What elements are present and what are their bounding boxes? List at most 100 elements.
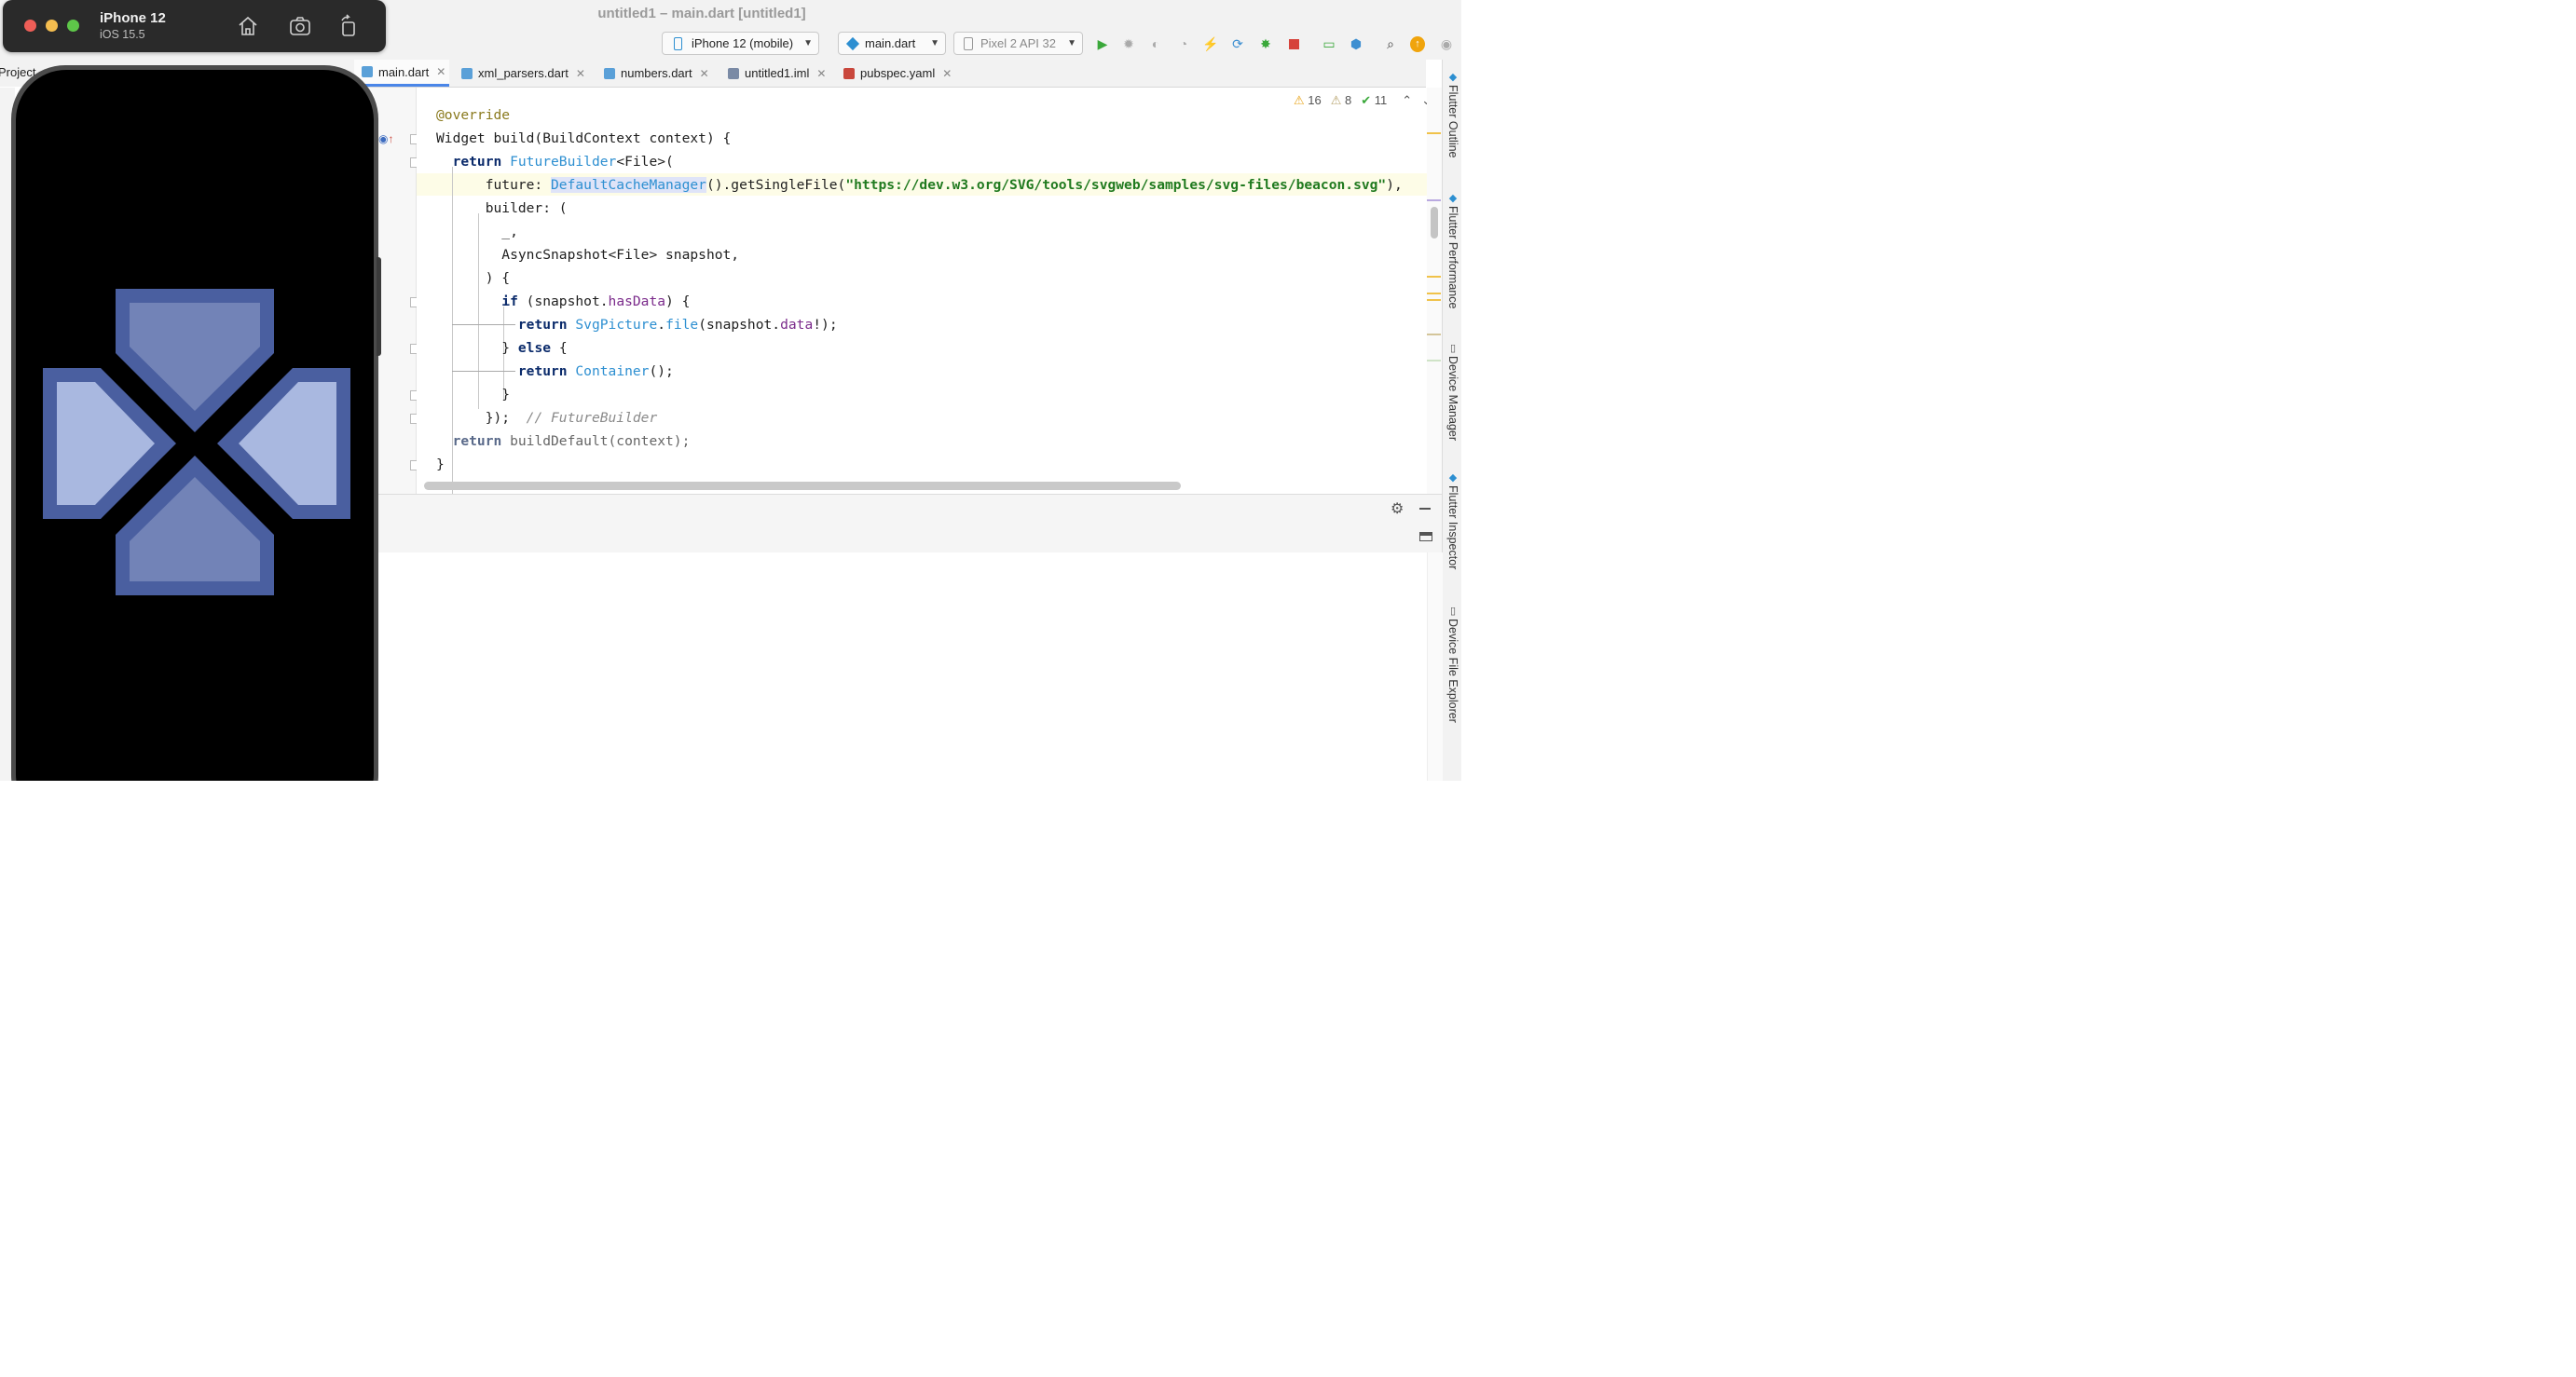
code-token: AsyncSnapshot<File> snapshot, xyxy=(501,247,740,263)
code-line: }); // FutureBuilder xyxy=(436,407,658,429)
horizontal-scrollbar[interactable] xyxy=(424,482,1181,490)
minimize-window-icon[interactable] xyxy=(46,20,58,32)
code-token: FutureBuilder xyxy=(510,154,617,170)
code-token: Widget build(BuildContext context) { xyxy=(436,130,732,146)
run-config-selector[interactable]: main.dart ▼ xyxy=(838,32,946,55)
simulator-screen[interactable] xyxy=(16,70,374,781)
close-icon[interactable]: ✕ xyxy=(576,67,585,80)
code-token: }); xyxy=(485,410,511,426)
code-token: // FutureBuilder xyxy=(526,410,658,426)
code-token: else xyxy=(517,340,552,356)
build-package-icon[interactable]: ⬢ xyxy=(1349,36,1363,51)
gear-icon[interactable]: ⚙ xyxy=(1391,499,1404,518)
device-selector[interactable]: iPhone 12 (mobile) ▼ xyxy=(662,32,819,55)
warning-marker[interactable] xyxy=(1427,299,1441,301)
close-icon[interactable]: ✕ xyxy=(700,67,709,80)
error-stripe[interactable] xyxy=(1427,88,1442,494)
layout-options-icon[interactable] xyxy=(1419,532,1432,541)
debug-icon[interactable]: ✹ xyxy=(1121,36,1136,51)
dart-file-icon xyxy=(604,67,615,79)
run-icon[interactable]: ▶ xyxy=(1095,36,1110,51)
phone-icon xyxy=(674,36,682,50)
code-token: { xyxy=(551,340,568,356)
chevron-down-icon: ▼ xyxy=(1067,38,1076,48)
device-mirror-icon[interactable]: ▭ xyxy=(1322,36,1336,51)
account-icon[interactable]: ◉ xyxy=(1439,36,1454,51)
stop-icon[interactable] xyxy=(1286,36,1301,51)
code-token: (snapshot. xyxy=(517,293,609,309)
beacon-arrow-top-fill xyxy=(130,303,260,411)
marker[interactable] xyxy=(1427,199,1441,201)
vertical-scroll-thumb[interactable] xyxy=(1431,207,1438,239)
code-line: _, xyxy=(436,221,518,243)
tab-label: numbers.dart xyxy=(621,66,692,80)
bottom-scroll-track[interactable] xyxy=(1427,552,1443,781)
beacon-svg-image xyxy=(43,289,350,595)
warning-marker[interactable] xyxy=(1427,293,1441,294)
dart-file-icon xyxy=(362,66,373,77)
code-token: @override xyxy=(436,107,511,123)
tool-device-file-explorer[interactable]: ▯ Device File Explorer xyxy=(1445,605,1461,723)
override-marker-icon[interactable]: ◉↑ xyxy=(378,132,393,145)
phone-side-button xyxy=(377,257,381,356)
tab-numbers-dart[interactable]: numbers.dart ✕ xyxy=(596,60,718,87)
code-token: _, xyxy=(501,224,518,239)
screenshot-camera-icon[interactable] xyxy=(288,14,312,38)
update-icon[interactable]: ↑ xyxy=(1410,35,1425,52)
tab-xml-parsers-dart[interactable]: xml_parsers.dart ✕ xyxy=(454,60,589,87)
tab-pubspec-yaml[interactable]: pubspec.yaml ✕ xyxy=(836,60,962,87)
inspection-warnings[interactable]: ⚠ 16 xyxy=(1294,93,1322,108)
code-line: Widget build(BuildContext context) { xyxy=(436,128,731,150)
tool-device-manager[interactable]: ▯ Device Manager xyxy=(1445,342,1461,441)
typo-marker[interactable] xyxy=(1427,360,1441,361)
profile-icon[interactable]: ◔ xyxy=(1176,36,1191,51)
code-line: if (snapshot.hasData) { xyxy=(436,291,690,313)
bottom-tool-window-header: ⚙ xyxy=(377,494,1442,523)
close-icon[interactable]: ✕ xyxy=(816,67,826,80)
warning-marker[interactable] xyxy=(1427,276,1441,278)
close-icon[interactable]: ✕ xyxy=(942,67,952,80)
tool-flutter-inspector[interactable]: ◆ Flutter Inspector xyxy=(1445,471,1461,569)
tab-label: xml_parsers.dart xyxy=(478,66,569,80)
code-line: @override xyxy=(436,104,510,127)
emulator-selector[interactable]: Pixel 2 API 32 ▼ xyxy=(953,32,1083,55)
weak-warning-marker[interactable] xyxy=(1427,334,1441,335)
rotate-device-icon[interactable] xyxy=(336,14,361,38)
chevron-up-icon[interactable]: ⌃ xyxy=(1402,93,1412,108)
code-line: return FutureBuilder<File>( xyxy=(436,151,674,173)
code-line: builder: ( xyxy=(436,198,568,220)
flutter-icon: ◆ xyxy=(1448,472,1458,484)
hot-restart-icon[interactable]: ⟳ xyxy=(1230,36,1245,51)
tool-flutter-performance[interactable]: ◆ Flutter Performance xyxy=(1445,192,1461,308)
tool-label: Device Manager xyxy=(1446,356,1459,442)
tab-label: untitled1.iml xyxy=(745,66,810,80)
zoom-window-icon[interactable] xyxy=(67,20,79,32)
code-line: AsyncSnapshot<File> snapshot, xyxy=(436,244,739,266)
home-icon[interactable] xyxy=(236,14,260,38)
coverage-icon[interactable]: ◐ xyxy=(1148,36,1163,51)
hot-reload-icon[interactable]: ⚡ xyxy=(1202,36,1218,51)
tab-main-dart[interactable]: main.dart ✕ xyxy=(354,60,449,87)
tab-untitled1-iml[interactable]: untitled1.iml ✕ xyxy=(720,60,832,87)
close-window-icon[interactable] xyxy=(24,20,36,32)
code-token: data xyxy=(780,317,814,333)
code-token: ) { xyxy=(485,270,511,286)
code-token: buildDefault(context); xyxy=(501,433,691,449)
emulator-label: Pixel 2 API 32 xyxy=(980,36,1056,50)
inspection-weak-warnings[interactable]: ⚠ 8 xyxy=(1331,93,1352,108)
search-icon[interactable]: ⌕ xyxy=(1383,36,1398,51)
code-editor[interactable]: @override Widget build(BuildContext cont… xyxy=(417,88,1427,494)
inspection-typos[interactable]: ✔ 11 xyxy=(1361,93,1387,108)
attach-debugger-icon[interactable]: ✸ xyxy=(1258,36,1273,51)
minimize-icon[interactable] xyxy=(1419,508,1431,510)
code-line: return Container(); xyxy=(436,361,674,383)
typo-count: 11 xyxy=(1374,93,1388,107)
code-token: if xyxy=(501,293,518,309)
tool-flutter-outline[interactable]: ◆ Flutter Outline xyxy=(1445,71,1461,158)
inspection-widget[interactable]: ⚠ 16 ⚠ 8 ✔ 11 ⌃ ⌄ xyxy=(1294,93,1432,108)
code-token: } xyxy=(501,340,518,356)
warning-marker[interactable] xyxy=(1427,132,1441,134)
code-token: ), xyxy=(1386,177,1403,193)
close-icon[interactable]: ✕ xyxy=(436,65,445,78)
code-token: file xyxy=(665,317,699,333)
